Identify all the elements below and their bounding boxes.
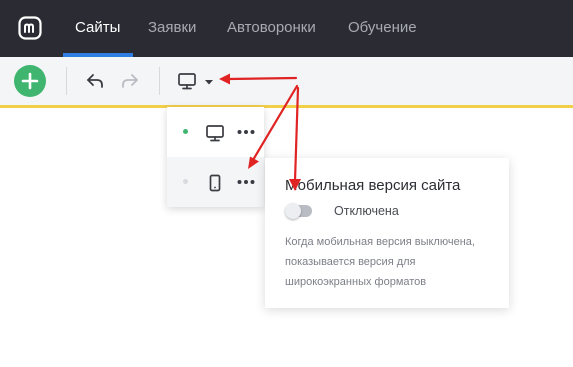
more-options-icon[interactable] [237, 179, 255, 185]
panel-description: Когда мобильная версия выключена, показы… [285, 236, 475, 288]
panel-title: Мобильная версия сайта [285, 177, 461, 194]
redo-icon[interactable] [119, 71, 141, 91]
toggle-knob [285, 203, 301, 219]
device-option-mobile[interactable] [167, 157, 264, 207]
toolbar-accent-line [0, 105, 573, 108]
tab-funnels[interactable]: Автоворонки [227, 19, 316, 36]
caret-down-icon [205, 80, 213, 85]
toggle-status-label: Отключена [334, 204, 399, 218]
tab-sites[interactable]: Сайты [75, 19, 120, 36]
plus-icon [21, 72, 39, 90]
desktop-icon [178, 73, 196, 90]
add-block-button[interactable] [14, 65, 46, 97]
undo-icon[interactable] [84, 71, 106, 91]
device-switcher-button[interactable] [177, 70, 215, 92]
more-options-icon[interactable] [237, 129, 255, 135]
active-status-dot [183, 129, 188, 134]
top-nav-bar: Сайты Заявки Автоворонки Обучение [0, 0, 573, 57]
mobile-version-panel: Мобильная версия сайта Отключена Когда м… [265, 158, 509, 308]
device-option-desktop[interactable] [167, 107, 264, 157]
toolbar-divider [66, 67, 67, 95]
mobile-icon [209, 174, 221, 192]
tab-leads[interactable]: Заявки [148, 19, 196, 36]
inactive-status-dot [183, 179, 188, 184]
mobile-version-toggle[interactable] [285, 203, 312, 219]
app-logo-icon[interactable] [18, 16, 42, 40]
device-dropdown [167, 107, 264, 207]
desktop-icon [206, 125, 224, 142]
toolbar-divider [159, 67, 160, 95]
tab-learning[interactable]: Обучение [348, 19, 417, 36]
